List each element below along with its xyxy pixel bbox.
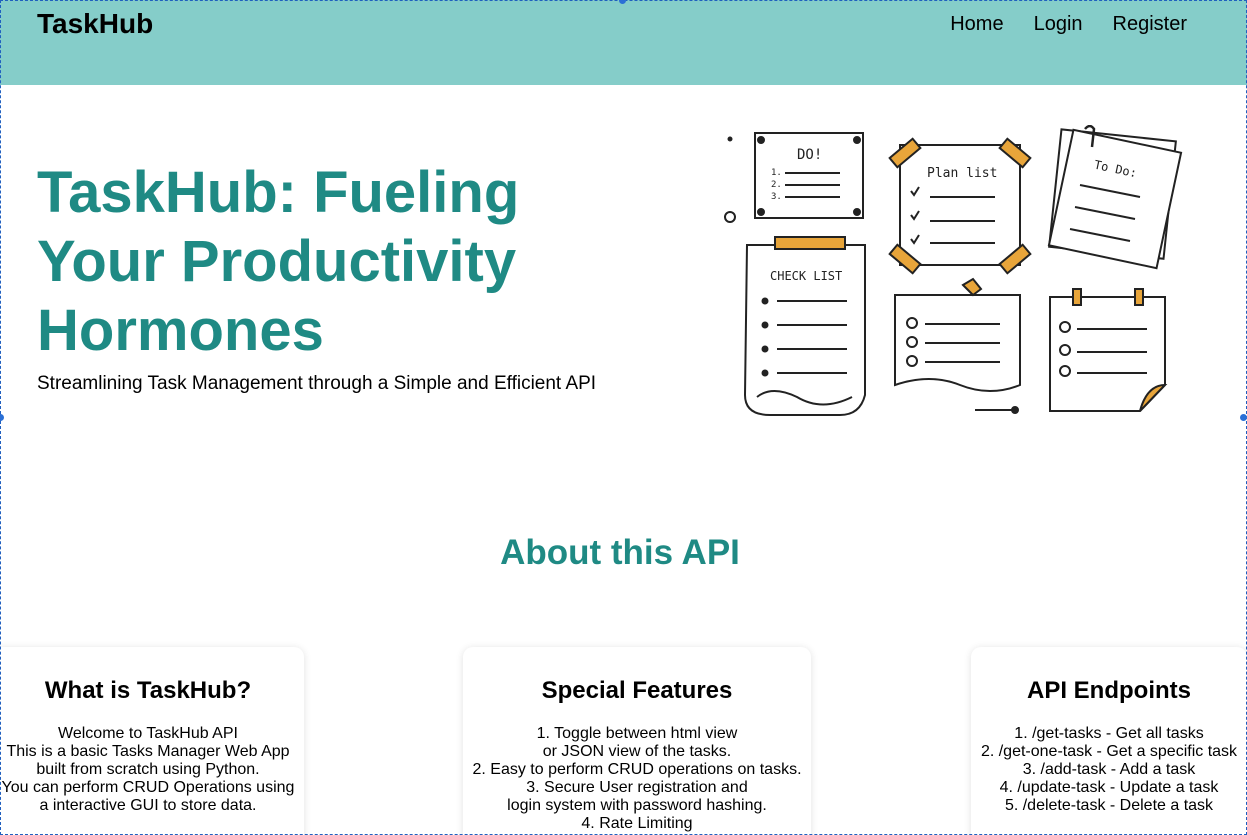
hero-title: TaskHub: Fueling Your Productivity Hormo… — [37, 158, 597, 365]
card-text-line: 1. Toggle between html view — [536, 725, 738, 742]
card-text-line: a interactive GUI to store data. — [39, 797, 257, 814]
nav-link-login[interactable]: Login — [1034, 13, 1083, 36]
card-text-line: 3. /add-task - Add a task — [1022, 761, 1196, 778]
card-text-line: This is a basic Tasks Manager Web App — [6, 743, 290, 760]
hero-subtitle: Streamlining Task Management through a S… — [37, 373, 597, 394]
hero-title-line: Your Productivity — [37, 229, 517, 294]
card-text-line: 1. /get-tasks - Get all tasks — [1014, 725, 1204, 742]
note-plan-label: Plan list — [927, 166, 997, 181]
card-what-is-taskhub: What is TaskHub? Welcome to TaskHub API … — [0, 647, 304, 835]
note-circles — [1049, 288, 1168, 412]
note-plan-list: Plan list — [888, 137, 1032, 275]
note-number: 1. — [771, 168, 782, 178]
resize-handle-right[interactable] — [1240, 414, 1247, 421]
note-check-list: CHECK LIST — [743, 236, 866, 416]
nav-link-register[interactable]: Register — [1113, 13, 1187, 36]
card-title: What is TaskHub? — [44, 677, 252, 704]
note-do-label: DO! — [797, 147, 822, 163]
card-title: API Endpoints — [1027, 677, 1191, 704]
hero-title-line: Hormones — [37, 298, 324, 363]
note-number: 2. — [771, 180, 782, 190]
card-text-line: built from scratch using Python. — [36, 761, 260, 778]
note-do: DO! 1. 2. 3. — [754, 132, 864, 219]
note-checkboxes — [894, 277, 1021, 414]
card-text-line: 4. /update-task - Update a task — [999, 779, 1219, 796]
note-number: 3. — [771, 192, 782, 202]
task-notes-illustration: DO! 1. 2. 3. Plan list To Do: CHECK LIST — [724, 125, 1183, 416]
card-text-line: 2. /get-one-task - Get a specific task — [980, 743, 1238, 760]
card-text-line: or JSON view of the tasks. — [542, 743, 732, 760]
about-title: About this API — [500, 533, 740, 572]
note-todo: To Do: — [1047, 125, 1183, 270]
note-check-label: CHECK LIST — [770, 269, 842, 283]
hero-title-line: TaskHub: Fueling — [37, 160, 520, 225]
card-text-line: 2. Easy to perform CRUD operations on ta… — [472, 761, 802, 778]
navbar: TaskHub Home Login Register — [0, 0, 1247, 85]
card-title: Special Features — [541, 677, 733, 704]
card-text-line: login system with password hashing. — [507, 797, 767, 814]
brand-logo[interactable]: TaskHub — [37, 8, 153, 40]
card-api-endpoints: API Endpoints 1. /get-tasks - Get all ta… — [971, 647, 1247, 835]
resize-handle-left[interactable] — [0, 414, 4, 421]
card-text-line: 3. Secure User registration and — [526, 779, 748, 796]
card-text-line: 4. Rate Limiting — [581, 815, 693, 832]
nav-links: Home Login Register — [950, 13, 1187, 36]
card-text-line: 5. /delete-task - Delete a task — [1004, 797, 1214, 814]
card-special-features: Special Features 1. Toggle between html … — [463, 647, 811, 835]
nav-link-home[interactable]: Home — [950, 13, 1003, 36]
card-text-line: Welcome to TaskHub API — [58, 725, 238, 742]
card-text-line: You can perform CRUD Operations using — [1, 779, 295, 796]
